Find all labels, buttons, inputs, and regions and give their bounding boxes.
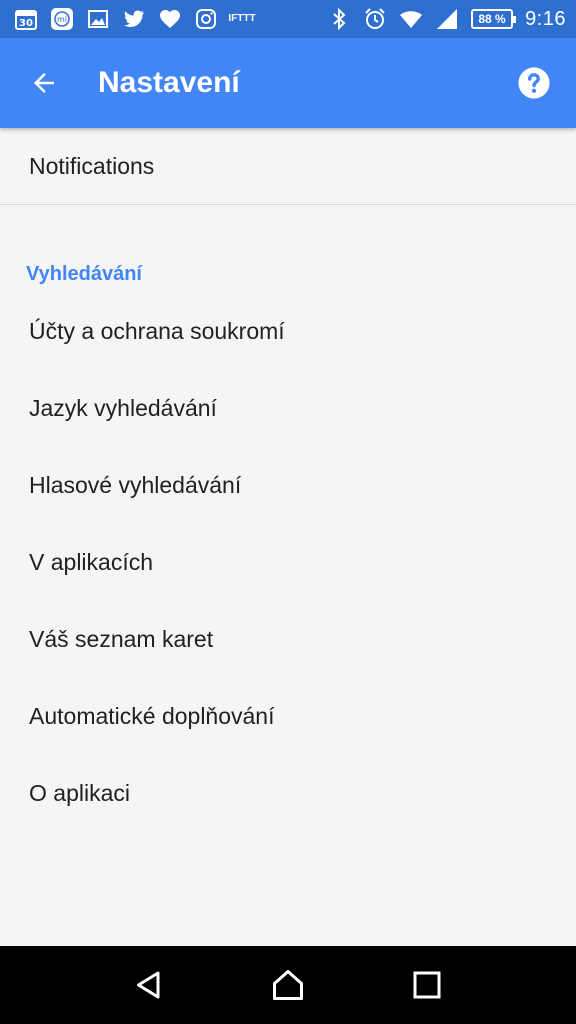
app-bar: Nastavení <box>0 38 576 128</box>
mi-fit-icon: mi <box>50 7 74 31</box>
wifi-icon <box>399 7 423 31</box>
settings-item-voice-search[interactable]: Hlasové vyhledávání <box>0 447 576 524</box>
settings-item-label: Jazyk vyhledávání <box>29 395 217 421</box>
navigation-bar <box>0 946 576 1024</box>
settings-item-your-feed[interactable]: Váš seznam karet <box>0 601 576 678</box>
image-icon <box>86 7 110 31</box>
settings-item-autocomplete[interactable]: Automatické doplňování <box>0 678 576 755</box>
clock: 9:16 <box>525 7 566 30</box>
back-triangle-icon <box>137 971 160 999</box>
notifications-item[interactable]: Notifications <box>0 128 576 205</box>
page-title: Nastavení <box>98 66 240 99</box>
search-settings-list: Účty a ochrana soukromí Jazyk vyhledáván… <box>0 293 576 832</box>
notifications-label: Notifications <box>29 152 155 179</box>
battery-level: 88 % <box>478 12 506 26</box>
calendar-icon: 30 <box>14 7 38 31</box>
settings-item-label: Automatické doplňování <box>29 703 275 729</box>
instagram-icon <box>194 7 218 31</box>
settings-item-accounts-privacy[interactable]: Účty a ochrana soukromí <box>0 293 576 370</box>
help-icon <box>518 67 550 99</box>
settings-item-label: V aplikacích <box>29 549 154 575</box>
settings-item-label: O aplikaci <box>29 780 130 806</box>
home-icon <box>272 970 303 1000</box>
notification-icons: 30 mi IFTTT <box>14 7 256 31</box>
settings-item-about[interactable]: O aplikaci <box>0 755 576 832</box>
calendar-day: 30 <box>19 18 33 29</box>
bluetooth-icon <box>327 7 351 31</box>
recents-icon <box>413 971 441 999</box>
system-icons: 88 % 9:16 <box>327 7 566 31</box>
twitter-icon <box>122 7 146 31</box>
battery-icon: 88 % <box>471 9 517 29</box>
alarm-icon <box>363 7 387 31</box>
signal-icon <box>435 7 459 31</box>
back-button[interactable] <box>14 53 74 113</box>
help-button[interactable] <box>506 55 562 111</box>
settings-item-search-language[interactable]: Jazyk vyhledávání <box>0 370 576 447</box>
heart-icon <box>158 7 182 31</box>
nav-recents-button[interactable] <box>397 955 457 1015</box>
settings-item-label: Účty a ochrana soukromí <box>29 318 285 344</box>
settings-content: Notifications Vyhledávání Účty a ochrana… <box>0 128 576 946</box>
settings-item-label: Hlasové vyhledávání <box>29 472 242 498</box>
nav-home-button[interactable] <box>258 955 318 1015</box>
ifttt-label: IFTTT <box>228 13 256 24</box>
nav-back-button[interactable] <box>119 955 179 1015</box>
section-header-search: Vyhledávání <box>26 263 142 285</box>
settings-item-in-apps[interactable]: V aplikacích <box>0 524 576 601</box>
status-bar: 30 mi IFTTT 88 % 9:16 <box>0 0 576 38</box>
settings-item-label: Váš seznam karet <box>29 626 214 652</box>
arrow-back-icon <box>34 73 54 93</box>
ifttt-icon: IFTTT <box>228 7 256 31</box>
mi-label: mi <box>57 15 67 24</box>
